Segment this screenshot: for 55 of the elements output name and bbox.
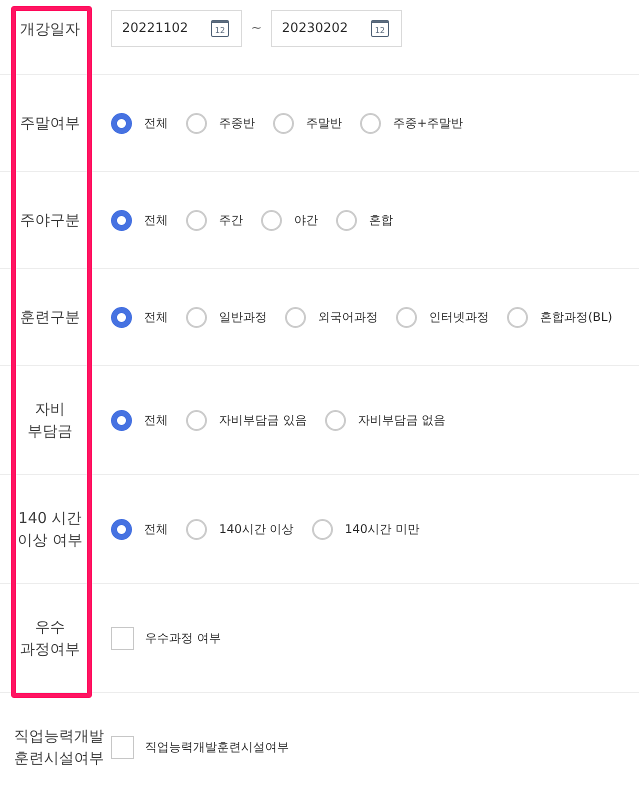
radio-button[interactable] [360, 112, 381, 134]
radio-label[interactable]: 주말반 [306, 114, 342, 132]
radio-label[interactable]: 전체 [144, 520, 168, 538]
radio-button[interactable] [111, 210, 132, 230]
checkbox[interactable] [111, 736, 134, 758]
radio-label[interactable]: 140시간 이상 [219, 520, 294, 538]
filter-label: 주말여부 [20, 113, 80, 134]
radio-label[interactable]: 전체 [144, 411, 168, 429]
radio-button[interactable] [186, 210, 207, 230]
radio-label[interactable]: 혼합 [369, 211, 393, 229]
radio-label[interactable]: 인터넷과정 [429, 308, 489, 326]
radio-label[interactable]: 외국어과정 [318, 308, 378, 326]
calendar-icon[interactable]: 12 [370, 20, 389, 37]
radio-button[interactable] [396, 306, 417, 328]
date-field[interactable]: 20230202 12 [270, 10, 402, 47]
filter-label: 주야구분 [20, 210, 80, 231]
checkbox-label[interactable]: 우수과정 여부 [145, 629, 221, 647]
radio-button[interactable] [324, 410, 346, 430]
radio-button[interactable] [111, 306, 132, 328]
radio-button[interactable] [336, 210, 357, 230]
checkbox[interactable] [111, 626, 134, 650]
radio-button[interactable] [507, 306, 528, 328]
radio-button[interactable] [273, 112, 294, 134]
radio-label[interactable]: 주중+주말반 [393, 114, 464, 132]
radio-label[interactable]: 140시간 미만 [344, 520, 420, 538]
filter-label: 자비 부담금 [28, 399, 72, 442]
filter-label: 훈련구분 [20, 307, 80, 328]
range-separator: ~ [251, 20, 262, 38]
date-field[interactable]: 20221102 12 [111, 10, 242, 47]
radio-button[interactable] [186, 518, 207, 540]
radio-label[interactable]: 전체 [144, 308, 168, 326]
filter-label: 직업능력개발 훈련시설여부 [14, 726, 104, 769]
filter-label: 개강일자 [20, 18, 80, 40]
radio-label[interactable]: 혼합과정(BL) [540, 308, 612, 326]
radio-button[interactable] [285, 306, 306, 328]
radio-button[interactable] [312, 518, 333, 540]
radio-button[interactable] [186, 306, 207, 328]
radio-label[interactable]: 일반과정 [219, 308, 267, 326]
radio-button[interactable] [261, 210, 282, 230]
radio-label[interactable]: 주간 [219, 211, 243, 229]
filter-label: 140 시간 이상 여부 [18, 508, 82, 551]
radio-label[interactable]: 자비부담금 있음 [219, 411, 307, 429]
radio-label[interactable]: 야간 [294, 211, 318, 229]
radio-label[interactable]: 주중반 [219, 114, 255, 132]
checkbox-label[interactable]: 직업능력개발훈련시설여부 [145, 738, 289, 756]
radio-label[interactable]: 전체 [144, 211, 168, 229]
radio-button[interactable] [111, 518, 132, 540]
calendar-icon[interactable]: 12 [211, 20, 229, 37]
radio-button[interactable] [111, 112, 132, 134]
radio-button[interactable] [111, 410, 132, 430]
radio-button[interactable] [186, 410, 207, 430]
radio-button[interactable] [186, 112, 207, 134]
radio-label[interactable]: 전체 [144, 114, 168, 132]
radio-label[interactable]: 자비부담금 없음 [358, 411, 446, 429]
filter-label: 우수 과정여부 [20, 617, 80, 660]
